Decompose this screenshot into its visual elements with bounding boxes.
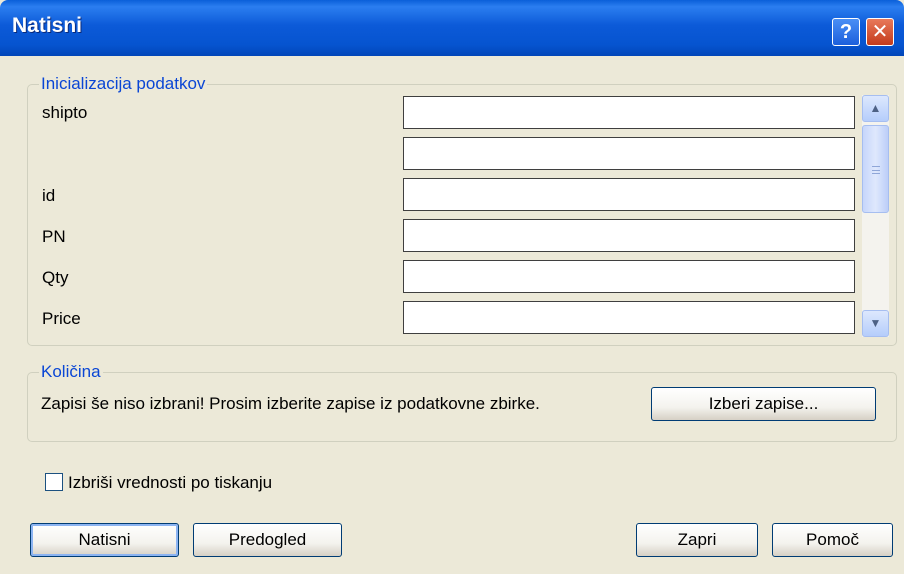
close-icon: ✕	[871, 21, 889, 43]
field-id[interactable]	[403, 178, 855, 211]
chevron-up-icon: ▲	[869, 101, 882, 115]
clear-values-checkbox[interactable]	[45, 473, 63, 491]
field-qty[interactable]	[403, 260, 855, 293]
clear-values-label[interactable]: Izbriši vrednosti po tiskanju	[68, 473, 272, 493]
question-icon: ?	[839, 21, 853, 43]
scroll-thumb[interactable]	[862, 125, 889, 213]
field-shipto[interactable]	[403, 96, 855, 129]
select-records-button[interactable]: Izberi zapise...	[651, 387, 876, 421]
print-dialog: Natisni ? ✕ Inicializacija podatkov ship…	[0, 0, 904, 574]
field-label-id: id	[42, 186, 56, 205]
title-bar[interactable]: Natisni ? ✕	[0, 0, 904, 56]
data-init-legend: Inicializacija podatkov	[39, 74, 208, 94]
field-label-pn: PN	[42, 227, 66, 246]
help-button[interactable]: Pomoč	[772, 523, 893, 557]
field-label-price: Price	[42, 309, 81, 328]
close-title-button[interactable]: ✕	[866, 18, 894, 46]
field-blank[interactable]	[403, 137, 855, 170]
grip-icon	[872, 166, 880, 174]
field-label-shipto: shipto	[42, 103, 88, 122]
chevron-down-icon: ▼	[869, 316, 882, 330]
preview-button[interactable]: Predogled	[193, 523, 342, 557]
field-pn[interactable]	[403, 219, 855, 252]
quantity-message: Zapisi še niso izbrani! Prosim izberite …	[41, 394, 540, 413]
print-button[interactable]: Natisni	[30, 523, 179, 557]
field-label-qty: Qty	[42, 268, 69, 287]
field-price[interactable]	[403, 301, 855, 334]
window-title: Natisni	[12, 14, 83, 37]
scroll-down-button[interactable]: ▼	[862, 310, 889, 337]
vertical-scrollbar[interactable]: ▲ ▼	[862, 95, 889, 337]
quantity-legend: Količina	[39, 362, 103, 382]
help-title-button[interactable]: ?	[832, 18, 860, 46]
close-button[interactable]: Zapri	[636, 523, 758, 557]
scroll-up-button[interactable]: ▲	[862, 95, 889, 122]
